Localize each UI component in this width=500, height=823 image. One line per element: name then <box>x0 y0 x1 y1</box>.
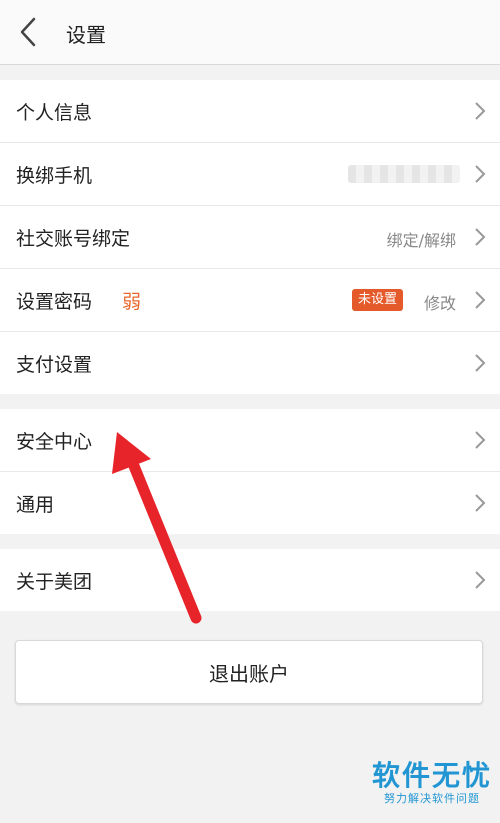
row-label: 安全中心 <box>16 431 93 453</box>
row-label: 支付设置 <box>16 354 93 376</box>
row-set-password[interactable]: 设置密码 弱 未设置 修改 <box>0 269 500 332</box>
security-group: 安全中心 通用 <box>0 409 500 534</box>
chevron-right-icon <box>475 431 486 449</box>
account-settings-group: 个人信息 换绑手机 社交账号绑定 绑定/解绑 设置密码 弱 未设置 修改 支付设… <box>0 80 500 394</box>
row-value: 修改 <box>423 294 456 313</box>
chevron-right-icon <box>475 228 486 246</box>
row-security-center[interactable]: 安全中心 <box>0 409 500 472</box>
row-label: 设置密码 <box>16 291 93 313</box>
password-strength: 弱 <box>122 291 142 313</box>
row-payment-settings[interactable]: 支付设置 <box>0 332 500 394</box>
back-arrow-icon[interactable] <box>12 14 48 50</box>
chevron-right-icon <box>475 571 486 589</box>
row-value: 绑定/解绑 <box>386 231 456 250</box>
top-bar: 设置 <box>0 0 500 65</box>
chevron-right-icon <box>475 165 486 183</box>
chevron-right-icon <box>475 291 486 309</box>
row-label: 关于美团 <box>16 571 93 593</box>
watermark: 软件无忧 努力解决软件问题 <box>372 760 492 806</box>
chevron-right-icon <box>475 354 486 372</box>
row-change-phone[interactable]: 换绑手机 <box>0 143 500 206</box>
row-label: 通用 <box>16 494 55 516</box>
about-group: 关于美团 <box>0 549 500 611</box>
status-badge: 未设置 <box>351 289 403 311</box>
row-general[interactable]: 通用 <box>0 472 500 534</box>
row-social-binding[interactable]: 社交账号绑定 绑定/解绑 <box>0 206 500 269</box>
blurred-phone-number <box>348 165 460 183</box>
watermark-subtitle: 努力解决软件问题 <box>384 792 480 805</box>
logout-button[interactable]: 退出账户 <box>15 640 483 704</box>
row-label: 社交账号绑定 <box>16 228 131 250</box>
watermark-title: 软件无忧 <box>372 759 493 792</box>
row-about-meituan[interactable]: 关于美团 <box>0 549 500 611</box>
row-label: 换绑手机 <box>16 165 93 187</box>
row-personal-info[interactable]: 个人信息 <box>0 80 500 143</box>
chevron-right-icon <box>475 102 486 120</box>
page-title: 设置 <box>66 23 106 47</box>
chevron-right-icon <box>475 494 486 512</box>
row-label: 个人信息 <box>16 102 93 124</box>
